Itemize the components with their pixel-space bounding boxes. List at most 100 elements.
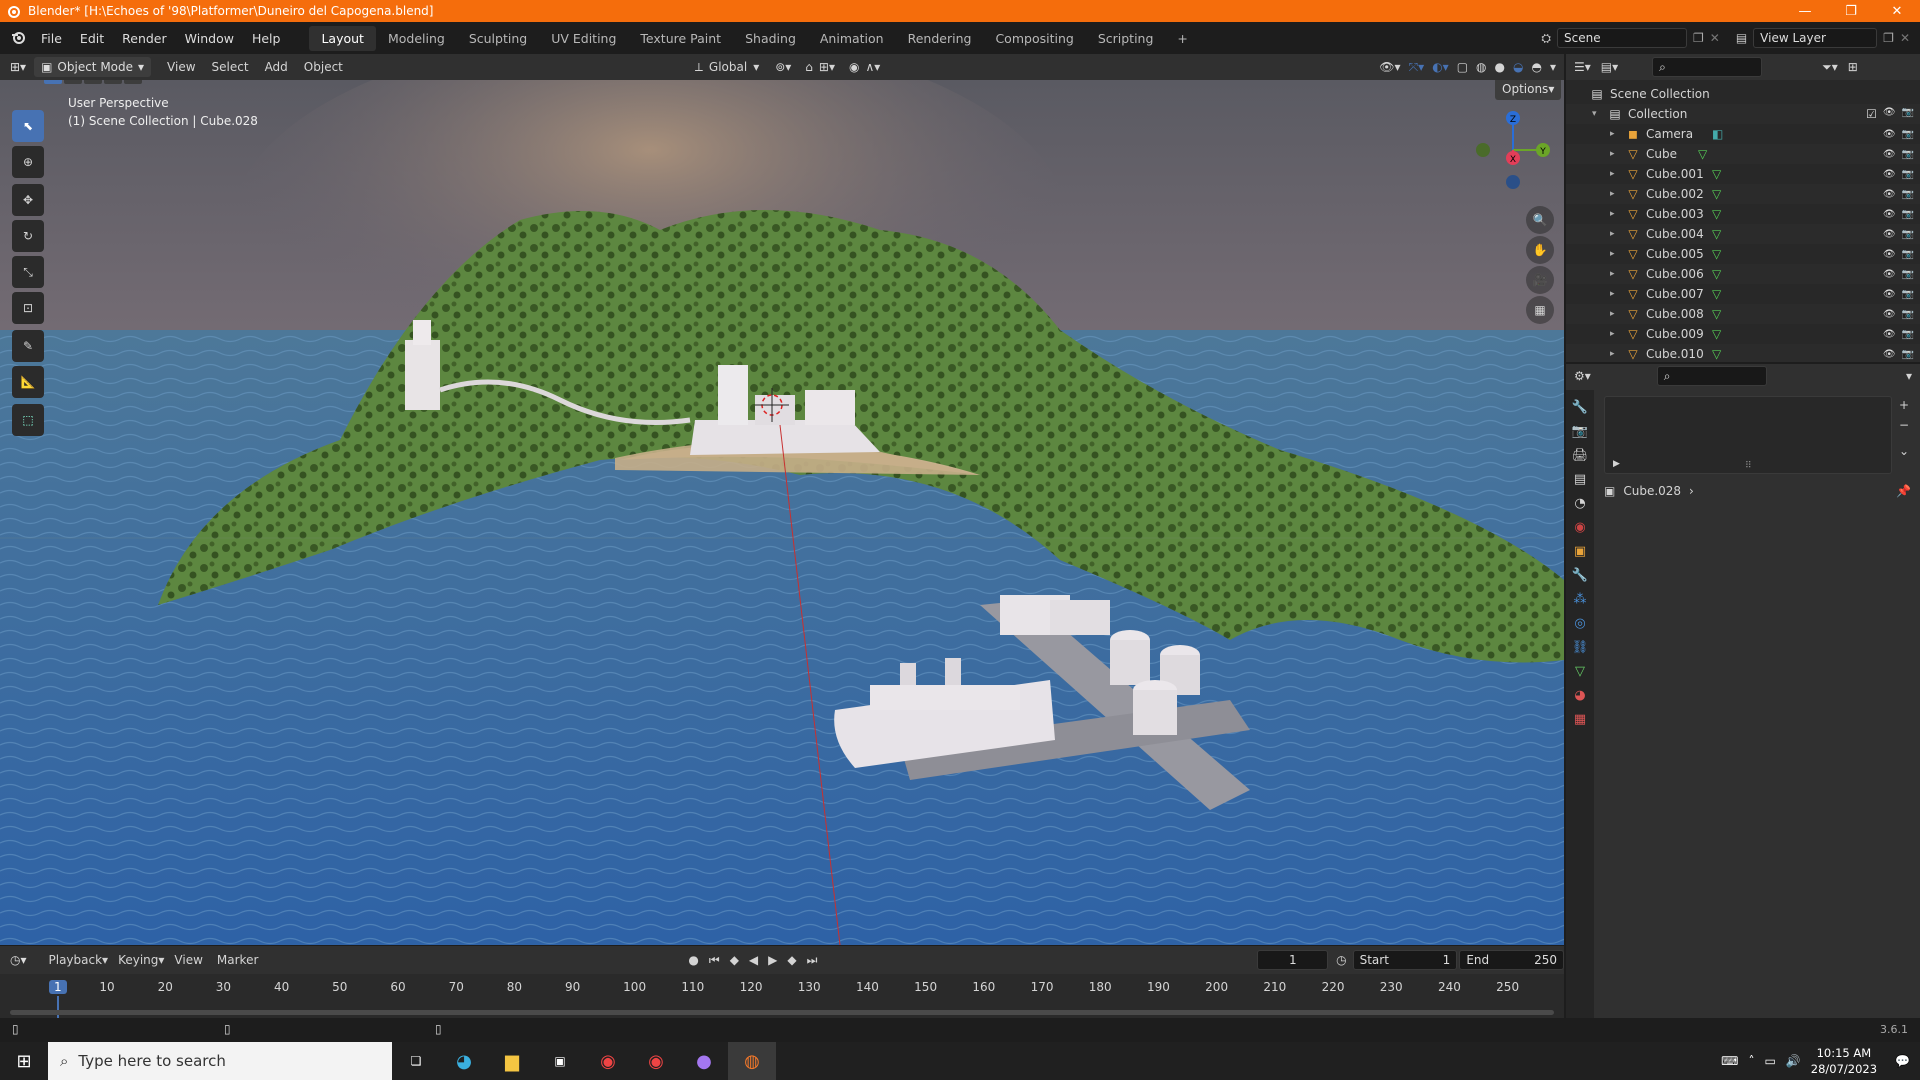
visibility-eye-icon[interactable]: 👁 [1883,289,1896,300]
pivot-icon[interactable]: ⊚▾ [775,60,791,74]
current-frame-field[interactable]: 1 [1257,950,1329,970]
tab-scripting[interactable]: Scripting [1086,26,1166,51]
expand-right-icon[interactable]: ▸ [1610,229,1622,239]
display-mode-icon[interactable]: ▤▾ [1601,60,1618,74]
record-icon[interactable]: ● [688,953,698,967]
chrome-button-2[interactable]: ◉ [632,1042,680,1080]
visibility-eye-icon[interactable]: 👁 [1883,229,1896,240]
timeline-scrollbar[interactable] [10,1010,1554,1015]
texture-tab-icon[interactable]: ▦ [1574,712,1586,727]
mesh-data-icon[interactable]: ▽ [1712,187,1721,201]
editor-type-icon[interactable]: ⊞▾ [10,60,26,74]
expand-arrow-icon[interactable]: ▶ [1613,459,1620,469]
annotate-tool[interactable]: ✎ [12,330,44,362]
ortho-toggle-button[interactable]: ▦ [1526,296,1554,324]
render-visibility-icon[interactable]: 📷 [1902,309,1914,320]
select-invert-icon[interactable] [104,80,122,84]
rotate-tool[interactable]: ↻ [12,220,44,252]
notifications-icon[interactable]: 💬 [1895,1054,1910,1068]
network-icon[interactable]: ▭ [1764,1054,1775,1068]
zoom-button[interactable]: 🔍 [1526,206,1554,234]
output-tab-icon[interactable]: 🖨 [1572,448,1589,463]
rendered-shading-icon[interactable]: ◓ [1531,60,1541,74]
mesh-data-icon[interactable]: ▽ [1712,247,1721,261]
add-cube-tool[interactable]: ⬚ [12,404,44,436]
outliner-row[interactable]: ▸ ▽ Cube.001 ▽ 👁 📷 [1566,164,1920,184]
preview-range-icon[interactable]: ◷ [1336,953,1346,967]
render-visibility-icon[interactable]: 📷 [1902,189,1914,200]
scene-tab-icon[interactable]: ◔ [1574,496,1585,511]
blender-taskbar-button[interactable]: ◍ [728,1042,776,1080]
expand-right-icon[interactable]: ▸ [1610,249,1622,259]
outliner-search[interactable]: ⌕ [1652,57,1763,77]
outliner-row[interactable]: ▸ ▽ Cube.006 ▽ 👁 📷 [1566,264,1920,284]
3d-viewport[interactable]: User Perspective (1) Scene Collection | … [0,80,1564,945]
new-collection-icon[interactable]: ⊞ [1848,60,1858,74]
mesh-data-icon[interactable]: ▽ [1712,287,1721,301]
menu-file[interactable]: File [32,31,71,46]
visibility-eye-icon[interactable]: 👁 [1883,129,1896,140]
transform-tool[interactable]: ⊡ [12,292,44,324]
clock[interactable]: 10:15 AM 28/07/2023 [1811,1045,1877,1077]
tool-tab-icon[interactable]: 🔧 [1572,400,1588,415]
snap-target-icon[interactable]: ⊞▾ [819,60,835,74]
select-intersect-icon[interactable] [124,80,142,84]
timeline-menu-playback[interactable]: Playback [49,953,103,967]
delete-scene-icon[interactable]: ✕ [1710,31,1720,45]
volume-icon[interactable]: 🔊 [1786,1054,1801,1068]
mesh-data-icon[interactable]: ▽ [1712,327,1721,341]
render-visibility-icon[interactable]: 📷 [1902,349,1914,360]
chrome-button-1[interactable]: ◉ [584,1042,632,1080]
resize-handle-icon[interactable]: ⠿ [1745,461,1752,471]
expand-right-icon[interactable]: ▸ [1610,289,1622,299]
expand-right-icon[interactable]: ▸ [1610,189,1622,199]
move-tool[interactable]: ✥ [12,184,44,216]
pan-button[interactable]: ✋ [1526,236,1554,264]
outliner-row[interactable]: ▸ ▽ Cube.002 ▽ 👁 📷 [1566,184,1920,204]
properties-editor-icon[interactable]: ⚙▾ [1574,369,1591,383]
visibility-eye-icon[interactable]: 👁 [1883,349,1896,360]
expand-right-icon[interactable]: ▸ [1610,209,1622,219]
render-visibility-icon[interactable]: 📷 [1902,269,1914,280]
render-visibility-icon[interactable]: 📷 [1902,209,1914,220]
add-workspace-button[interactable]: + [1165,26,1199,51]
minimize-button[interactable]: — [1782,4,1828,19]
github-button[interactable]: ● [680,1042,728,1080]
tab-animation[interactable]: Animation [808,26,896,51]
visibility-eye-icon[interactable]: 👁 [1883,149,1896,160]
add-slot-icon[interactable]: + [1899,398,1909,412]
expand-right-icon[interactable]: ▸ [1610,149,1622,159]
outliner-row[interactable]: ▸ ▽ Cube.010 ▽ 👁 📷 [1566,344,1920,364]
proportional-edit-icon[interactable]: ◉ [849,60,859,74]
end-frame-field[interactable]: End 250 [1459,950,1565,970]
mesh-data-icon[interactable]: ▽ [1712,207,1721,221]
visibility-eye-icon[interactable]: 👁 [1883,309,1896,320]
prev-keyframe-icon[interactable]: ◆ [730,953,739,967]
close-button[interactable]: ✕ [1874,4,1920,19]
visibility-eye-icon[interactable]: 👁 [1883,249,1896,260]
camera-view-button[interactable]: 🎥 [1526,266,1554,294]
shading-options-icon[interactable]: ▾ [1550,60,1556,74]
overlay-toggle-icon[interactable]: ◐▾ [1432,60,1449,74]
task-view-button[interactable]: ❏ [392,1042,440,1080]
material-tab-icon[interactable]: ◕ [1574,688,1585,703]
outliner-row[interactable]: ▸ ◼ Camera ◧ 👁 📷 [1566,124,1920,144]
visibility-eye-icon[interactable]: 👁 [1883,169,1896,180]
visibility-eye-icon[interactable]: 👁 [1883,329,1896,340]
store-button[interactable]: ▣ [536,1042,584,1080]
falloff-icon[interactable]: ∧▾ [865,60,880,74]
expand-right-icon[interactable]: ▸ [1610,349,1622,359]
mesh-data-icon[interactable]: ▽ [1712,267,1721,281]
view-layer-tab-icon[interactable]: ▤ [1574,472,1586,487]
tab-texture-paint[interactable]: Texture Paint [628,26,733,51]
edge-button[interactable]: ◕ [440,1042,488,1080]
menu-edit[interactable]: Edit [71,31,113,46]
next-keyframe-icon[interactable]: ◆ [787,953,796,967]
camera-data-icon[interactable]: ◧ [1712,127,1723,141]
gizmo-toggle-icon[interactable]: ⤧▾ [1409,60,1425,75]
expand-right-icon[interactable]: ▸ [1610,309,1622,319]
jump-start-icon[interactable]: ⏮ [709,953,720,968]
timeline-menu-keying[interactable]: Keying [118,953,158,967]
viewport-menu-add[interactable]: Add [265,60,288,74]
cursor-tool[interactable]: ⊕ [12,146,44,178]
